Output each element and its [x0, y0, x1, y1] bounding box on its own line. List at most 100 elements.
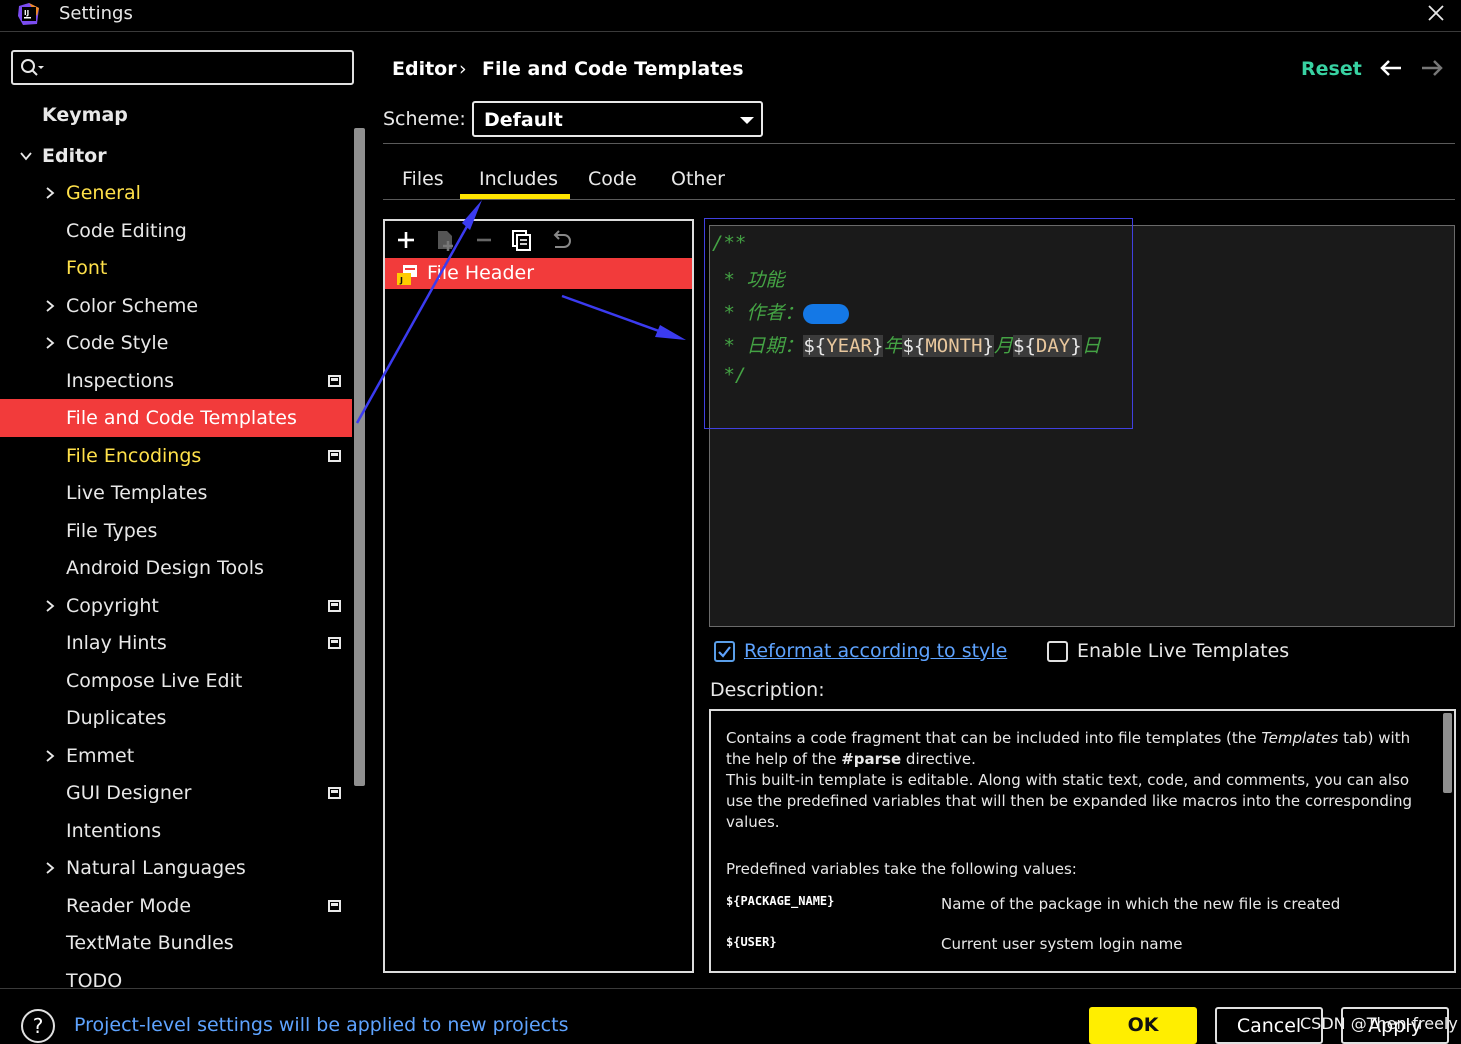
- list-item[interactable]: J File Header: [385, 258, 692, 289]
- window-title: Settings: [59, 3, 133, 24]
- ok-button[interactable]: OK: [1089, 1007, 1197, 1044]
- sidebar-item-file-and-code-templates[interactable]: File and Code Templates: [0, 399, 352, 437]
- description-scrollbar[interactable]: [1443, 713, 1452, 793]
- tab-files[interactable]: Files: [402, 168, 444, 190]
- sidebar-item-label: TextMate Bundles: [66, 932, 234, 954]
- breadcrumb-parent[interactable]: Editor: [392, 58, 457, 80]
- sidebar-item-label: Compose Live Edit: [66, 670, 243, 692]
- sidebar-item-emmet[interactable]: Emmet: [0, 737, 352, 775]
- sidebar-item-label: Reader Mode: [66, 895, 192, 917]
- file-template-icon: J: [397, 265, 417, 285]
- chevron-down-icon[interactable]: [19, 149, 33, 163]
- sidebar-item-label: Inlay Hints: [66, 632, 167, 654]
- search-icon: [21, 59, 44, 76]
- chevron-right-icon[interactable]: [43, 336, 57, 350]
- description-paragraph: Contains a code fragment that can be inc…: [726, 729, 1411, 768]
- project-level-icon: [328, 375, 341, 387]
- remove-icon[interactable]: [473, 229, 495, 251]
- help-button[interactable]: ?: [21, 1009, 55, 1043]
- chevron-right-icon[interactable]: [43, 749, 57, 763]
- sidebar-item-font[interactable]: Font: [0, 249, 352, 287]
- intellij-app-icon: IJ: [18, 3, 39, 25]
- sidebar-item-live-templates[interactable]: Live Templates: [0, 474, 352, 512]
- divider: [0, 988, 1461, 989]
- sidebar-item-label: Natural Languages: [66, 857, 246, 879]
- sidebar-item-todo[interactable]: TODO: [0, 962, 352, 988]
- close-icon[interactable]: [1424, 1, 1448, 25]
- sidebar-item-inlay-hints[interactable]: Inlay Hints: [0, 624, 352, 662]
- sidebar-item-android-design-tools[interactable]: Android Design Tools: [0, 549, 352, 587]
- list-item-label: File Header: [427, 262, 535, 284]
- sidebar-item-label: Live Templates: [66, 482, 208, 504]
- description-panel: Contains a code fragment that can be inc…: [709, 709, 1456, 973]
- sidebar-scrollbar[interactable]: [354, 128, 365, 786]
- sidebar-item-label: Keymap: [42, 104, 128, 126]
- annotation-rectangle: [704, 218, 1133, 429]
- sidebar-item-inspections[interactable]: Inspections: [0, 362, 352, 400]
- project-level-info: Project-level settings will be applied t…: [74, 1014, 569, 1036]
- sidebar-item-compose-live-edit[interactable]: Compose Live Edit: [0, 662, 352, 700]
- chevron-right-icon[interactable]: [43, 861, 57, 875]
- watermark: CSDN @Then-freely: [1300, 1014, 1458, 1033]
- scheme-value: Default: [484, 109, 563, 131]
- back-arrow-icon[interactable]: [1379, 58, 1403, 78]
- chevron-right-icon[interactable]: [43, 599, 57, 613]
- sidebar-item-label: TODO: [66, 970, 123, 988]
- sidebar-item-label: Code Style: [66, 332, 169, 354]
- sidebar-item-label: GUI Designer: [66, 782, 192, 804]
- search-input[interactable]: [53, 56, 343, 80]
- sidebar-item-duplicates[interactable]: Duplicates: [0, 699, 352, 737]
- sidebar-item-label: Intentions: [66, 820, 162, 842]
- copy-icon[interactable]: [511, 229, 533, 251]
- sidebar-item-editor[interactable]: Editor: [0, 137, 352, 175]
- settings-tree: Keymap Editor General Code Editing Font …: [0, 96, 352, 988]
- sidebar-item-copyright[interactable]: Copyright: [0, 587, 352, 625]
- sidebar-item-label: Inspections: [66, 370, 175, 392]
- sidebar-item-label: Android Design Tools: [66, 557, 264, 579]
- project-level-icon: [328, 637, 341, 649]
- tab-other[interactable]: Other: [671, 168, 725, 190]
- live-templates-label[interactable]: Enable Live Templates: [1077, 640, 1289, 662]
- description-paragraph: This built-in template is editable. Alon…: [726, 771, 1413, 831]
- variable-name: ${PACKAGE_NAME}: [726, 894, 835, 908]
- sidebar-item-color-scheme[interactable]: Color Scheme: [0, 287, 352, 325]
- reformat-label[interactable]: Reformat according to style: [744, 640, 1007, 662]
- sidebar-item-code-style[interactable]: Code Style: [0, 324, 352, 362]
- description-label: Description:: [710, 679, 825, 701]
- checkmark-icon: [718, 646, 731, 658]
- live-templates-checkbox[interactable]: [1047, 641, 1068, 662]
- variable-description: Current user system login name: [941, 935, 1183, 953]
- sidebar-item-file-types[interactable]: File Types: [0, 512, 352, 550]
- chevron-right-icon[interactable]: [43, 299, 57, 313]
- description-paragraph: Predefined variables take the following …: [726, 860, 1077, 878]
- sidebar-item-code-editing[interactable]: Code Editing: [0, 212, 352, 250]
- scheme-label: Scheme:: [383, 108, 466, 130]
- sidebar-item-gui-designer[interactable]: GUI Designer: [0, 774, 352, 812]
- page-title: File and Code Templates: [482, 58, 744, 80]
- breadcrumb-separator: ›: [459, 58, 467, 80]
- sidebar-item-file-encodings[interactable]: File Encodings: [0, 437, 352, 475]
- variable-description: Name of the package in which the new fil…: [941, 895, 1341, 913]
- reformat-checkbox[interactable]: [714, 641, 735, 662]
- sidebar-item-label: Color Scheme: [66, 295, 199, 317]
- tab-code[interactable]: Code: [588, 168, 637, 190]
- tab-includes[interactable]: Includes: [479, 168, 558, 190]
- sidebar-item-natural-languages[interactable]: Natural Languages: [0, 849, 352, 887]
- add-icon[interactable]: [395, 229, 417, 251]
- sidebar-item-intentions[interactable]: Intentions: [0, 812, 352, 850]
- scheme-dropdown[interactable]: Default: [472, 101, 763, 137]
- sidebar-item-textmate-bundles[interactable]: TextMate Bundles: [0, 924, 352, 962]
- sidebar-item-label: Duplicates: [66, 707, 167, 729]
- divider: [383, 199, 1455, 200]
- sidebar-item-keymap[interactable]: Keymap: [0, 96, 352, 134]
- settings-search[interactable]: [11, 50, 354, 85]
- title-bar: IJ Settings: [0, 0, 1461, 32]
- svg-text:J: J: [399, 276, 403, 285]
- chevron-right-icon[interactable]: [43, 186, 57, 200]
- add-child-icon[interactable]: [434, 229, 456, 251]
- sidebar-item-reader-mode[interactable]: Reader Mode: [0, 887, 352, 925]
- reset-to-default-icon[interactable]: [550, 229, 572, 251]
- sidebar-item-general[interactable]: General: [0, 174, 352, 212]
- forward-arrow-icon[interactable]: [1420, 58, 1444, 78]
- reset-button[interactable]: Reset: [1301, 58, 1362, 80]
